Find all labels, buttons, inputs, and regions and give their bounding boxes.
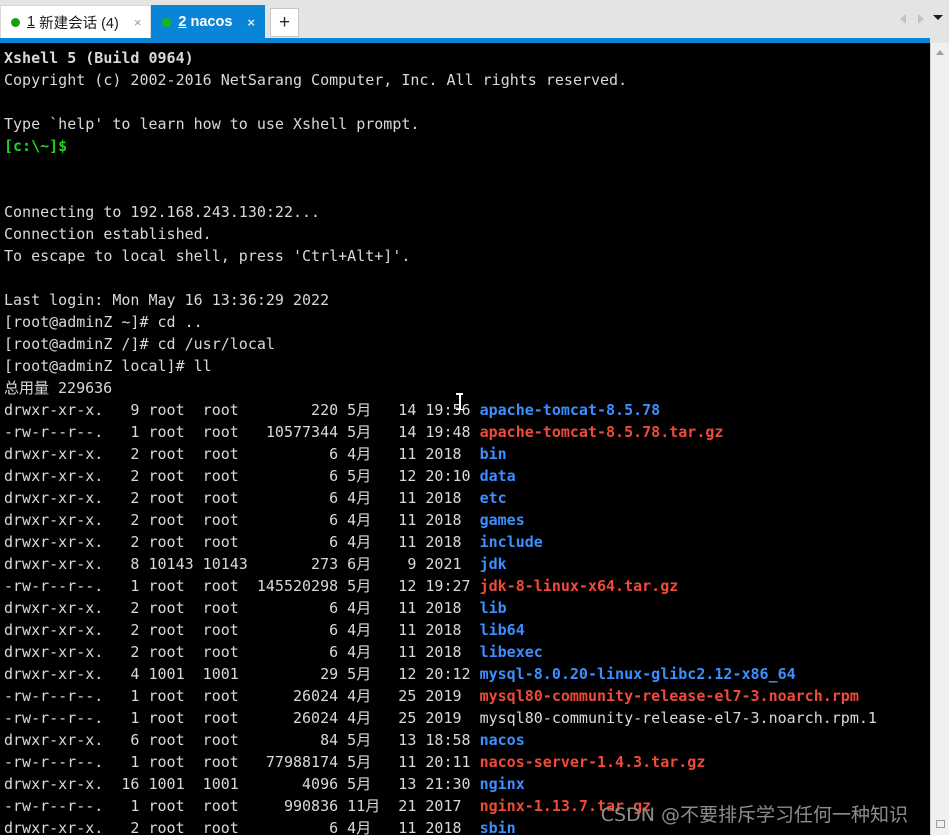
scroll-box-icon[interactable] <box>931 813 949 835</box>
file-meta: -rw-r--r--. 1 root root 77988174 5月 11 2… <box>4 753 480 771</box>
file-name: jdk-8-linux-x64.tar.gz <box>479 577 679 595</box>
file-meta: -rw-r--r--. 1 root root 145520298 5月 12 … <box>4 577 480 595</box>
tab-number: 1 <box>27 14 36 30</box>
tab-strip: 1 新建会话 (4) × 2 nacos × + <box>0 0 300 38</box>
terminal-command-line: [root@adminZ local]# ll <box>4 357 212 375</box>
terminal-line: Xshell 5 (Build 0964) <box>4 49 194 67</box>
file-listing-row: -rw-r--r--. 1 root root 77988174 5月 11 2… <box>4 751 930 773</box>
file-listing-row: drwxr-xr-x. 2 root root 6 4月 11 2018 sbi… <box>4 817 930 835</box>
file-meta: drwxr-xr-x. 9 root root 220 5月 14 19:56 <box>4 401 480 419</box>
file-meta: drwxr-xr-x. 2 root root 6 4月 11 2018 <box>4 533 480 551</box>
file-name: nginx <box>479 775 525 793</box>
file-meta: drwxr-xr-x. 2 root root 6 4月 11 2018 <box>4 511 480 529</box>
file-listing-row: drwxr-xr-x. 2 root root 6 5月 12 20:10 da… <box>4 465 930 487</box>
file-name: jdk <box>479 555 507 573</box>
tab-close-icon[interactable]: × <box>131 16 145 29</box>
tab-label: 新建会话 (4) <box>39 15 119 32</box>
file-meta: drwxr-xr-x. 2 root root 6 4月 11 2018 <box>4 621 480 639</box>
tab-session-1[interactable]: 1 新建会话 (4) × <box>0 5 152 38</box>
terminal-command-line: [root@adminZ /]# cd /usr/local <box>4 335 275 353</box>
terminal-total-line: 总用量 229636 <box>4 379 113 397</box>
file-meta: -rw-r--r--. 1 root root 10577344 5月 14 1… <box>4 423 480 441</box>
file-listing-row: -rw-r--r--. 1 root root 10577344 5月 14 1… <box>4 421 930 443</box>
file-meta: drwxr-xr-x. 16 1001 1001 4096 5月 13 21:3… <box>4 775 480 793</box>
file-listing-row: drwxr-xr-x. 2 root root 6 4月 11 2018 bin <box>4 443 930 465</box>
new-tab-button[interactable]: + <box>270 8 300 37</box>
file-name: apache-tomcat-8.5.78 <box>479 401 661 419</box>
file-name: sbin <box>479 819 516 835</box>
terminal-line: To escape to local shell, press 'Ctrl+Al… <box>4 247 411 265</box>
file-meta: drwxr-xr-x. 2 root root 6 4月 11 2018 <box>4 819 480 835</box>
file-meta: drwxr-xr-x. 2 root root 6 4月 11 2018 <box>4 643 480 661</box>
file-listing-row: -rw-r--r--. 1 root root 145520298 5月 12 … <box>4 575 930 597</box>
file-meta: -rw-r--r--. 1 root root 26024 4月 25 2019 <box>4 709 480 727</box>
tab-number: 2 <box>178 14 187 30</box>
file-meta: drwxr-xr-x. 2 root root 6 5月 12 20:10 <box>4 467 480 485</box>
file-name: apache-tomcat-8.5.78.tar.gz <box>479 423 724 441</box>
file-name: mysql-8.0.20-linux-glibc2.12-x86_64 <box>479 665 796 683</box>
file-meta: drwxr-xr-x. 8 10143 10143 273 6月 9 2021 <box>4 555 480 573</box>
terminal-line: Connection established. <box>4 225 212 243</box>
file-name: data <box>479 467 516 485</box>
file-listing-row: drwxr-xr-x. 9 root root 220 5月 14 19:56 … <box>4 399 930 421</box>
file-meta: drwxr-xr-x. 4 1001 1001 29 5月 12 20:12 <box>4 665 480 683</box>
file-name: nacos <box>479 731 525 749</box>
terminal-local-prompt: [c:\~]$ <box>4 137 68 155</box>
file-listing-row: drwxr-xr-x. 16 1001 1001 4096 5月 13 21:3… <box>4 773 930 795</box>
file-name: etc <box>479 489 507 507</box>
file-name: games <box>479 511 525 529</box>
file-name: lib <box>479 599 507 617</box>
file-meta: drwxr-xr-x. 2 root root 6 4月 11 2018 <box>4 489 480 507</box>
xshell-window: 1 新建会话 (4) × 2 nacos × + Xshell 5 (Build… <box>0 0 949 835</box>
file-listing-row: -rw-r--r--. 1 root root 26024 4月 25 2019… <box>4 685 930 707</box>
terminal-command-line: [root@adminZ ~]# cd .. <box>4 313 203 331</box>
tab-bar: 1 新建会话 (4) × 2 nacos × + <box>0 0 949 38</box>
file-listing-row: drwxr-xr-x. 4 1001 1001 29 5月 12 20:12 m… <box>4 663 930 685</box>
terminal-output: Xshell 5 (Build 0964) Copyright (c) 2002-… <box>4 47 930 835</box>
file-listing-row: drwxr-xr-x. 2 root root 6 4月 11 2018 inc… <box>4 531 930 553</box>
file-listing-row: drwxr-xr-x. 2 root root 6 4月 11 2018 etc <box>4 487 930 509</box>
terminal-screen[interactable]: Xshell 5 (Build 0964) Copyright (c) 2002-… <box>0 43 930 835</box>
file-meta: drwxr-xr-x. 2 root root 6 4月 11 2018 <box>4 445 480 463</box>
file-listing-row: drwxr-xr-x. 6 root root 84 5月 13 18:58 n… <box>4 729 930 751</box>
file-meta: -rw-r--r--. 1 root root 990836 11月 21 20… <box>4 797 480 815</box>
file-name: nacos-server-1.4.3.tar.gz <box>479 753 706 771</box>
file-listing-row: -rw-r--r--. 1 root root 990836 11月 21 20… <box>4 795 930 817</box>
tab-label: nacos <box>190 14 233 30</box>
file-meta: -rw-r--r--. 1 root root 26024 4月 25 2019 <box>4 687 480 705</box>
tab-session-nacos[interactable]: 2 nacos × <box>151 5 266 38</box>
file-name: lib64 <box>479 621 525 639</box>
file-listing-row: -rw-r--r--. 1 root root 26024 4月 25 2019… <box>4 707 930 729</box>
terminal-line: Connecting to 192.168.243.130:22... <box>4 203 321 221</box>
file-name: include <box>479 533 543 551</box>
terminal-line: Type `help' to learn how to use Xshell p… <box>4 115 420 133</box>
file-listing-row: drwxr-xr-x. 2 root root 6 4月 11 2018 gam… <box>4 509 930 531</box>
file-meta: drwxr-xr-x. 6 root root 84 5月 13 18:58 <box>4 731 480 749</box>
file-listing-row: drwxr-xr-x. 2 root root 6 4月 11 2018 lib… <box>4 619 930 641</box>
file-meta: drwxr-xr-x. 2 root root 6 4月 11 2018 <box>4 599 480 617</box>
scroll-up-arrow-icon[interactable] <box>931 43 949 61</box>
terminal-line: Copyright (c) 2002-2016 NetSarang Comput… <box>4 71 628 89</box>
file-name: bin <box>479 445 507 463</box>
terminal-scrollbar[interactable] <box>930 43 949 835</box>
tab-status-dot-icon <box>162 17 172 27</box>
file-name: nginx-1.13.7.tar.gz <box>479 797 652 815</box>
tab-close-icon[interactable]: × <box>244 16 258 29</box>
tab-status-dot-icon <box>11 17 20 27</box>
chevron-down-icon[interactable] <box>931 9 945 29</box>
file-listing-row: drwxr-xr-x. 2 root root 6 4月 11 2018 lib… <box>4 641 930 663</box>
file-name: mysql80-community-release-el7-3.noarch.r… <box>479 687 859 705</box>
file-name: mysql80-community-release-el7-3.noarch.r… <box>479 709 877 727</box>
chevron-left-icon[interactable] <box>895 9 911 29</box>
tab-bar-controls <box>895 0 949 38</box>
file-listing-row: drwxr-xr-x. 2 root root 6 4月 11 2018 lib <box>4 597 930 619</box>
file-name: libexec <box>479 643 543 661</box>
chevron-right-icon[interactable] <box>913 9 929 29</box>
terminal-line: Last login: Mon May 16 13:36:29 2022 <box>4 291 330 309</box>
file-listing-row: drwxr-xr-x. 8 10143 10143 273 6月 9 2021 … <box>4 553 930 575</box>
